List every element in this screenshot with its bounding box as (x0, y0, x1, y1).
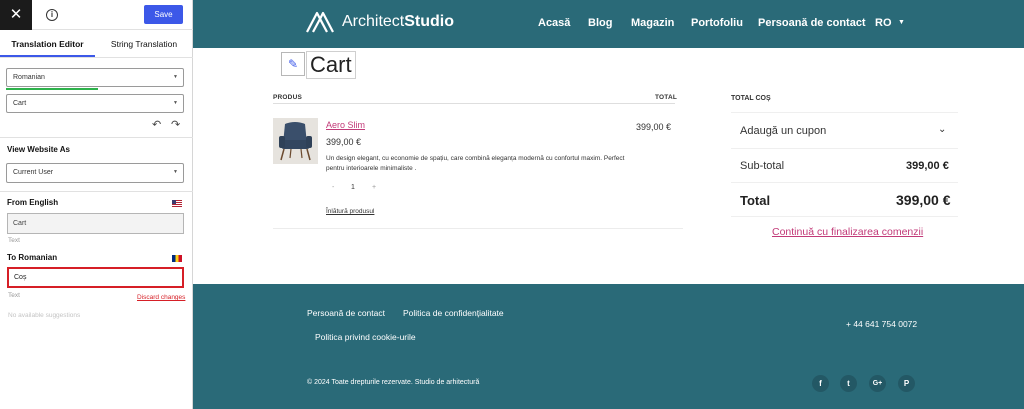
remove-product-link[interactable]: Înlătură produsul (326, 208, 374, 215)
totals-divider (731, 112, 958, 113)
chevron-down-icon: ▼ (173, 169, 178, 175)
from-english-title: From English (7, 198, 59, 207)
string-select[interactable]: Cart ▼ (6, 94, 184, 113)
facebook-icon[interactable]: f (812, 375, 829, 392)
table-header-divider (273, 103, 675, 104)
language-select[interactable]: Romanian ▼ (6, 68, 184, 87)
brand-name-regular: Architect (342, 13, 405, 30)
nav-contact[interactable]: Persoană de contact (758, 17, 866, 29)
panel-tabs: Translation Editor String Translation (0, 31, 193, 57)
total-label: Total (740, 193, 771, 208)
app: ✕ i Save Translation Editor String Trans… (0, 0, 1024, 409)
redo-icon[interactable]: ↷ (171, 118, 180, 131)
footer-copyright: © 2024 Toate drepturile rezervate. Studi… (307, 379, 480, 386)
table-bottom-divider (273, 228, 683, 229)
subtotal-value: 399,00 € (906, 160, 949, 172)
footer-link-cookies[interactable]: Politica privind cookie-urile (315, 332, 416, 342)
line-total: 399,00 € (636, 122, 672, 132)
view-as-select-value: Current User (13, 169, 54, 176)
us-flag-icon (172, 200, 182, 207)
string-select-value: Cart (13, 100, 27, 107)
site-footer: Persoană de contact Politica de confiden… (193, 284, 1024, 409)
column-total: TOTAL (655, 94, 678, 101)
decrease-quantity-button[interactable]: - (332, 184, 334, 191)
armchair-image (273, 118, 318, 164)
product-image[interactable] (273, 118, 318, 164)
nav-portofoliu[interactable]: Portofoliu (691, 17, 743, 29)
product-description: Un design elegant, cu economie de spațiu… (326, 155, 625, 172)
subtotal-label: Sub-total (740, 160, 785, 172)
view-as-title: View Website As (7, 145, 70, 154)
pencil-icon[interactable]: ✎ (281, 52, 305, 76)
footer-link-privacy[interactable]: Politica de confidențialitate (403, 308, 504, 318)
totals-divider (731, 216, 958, 217)
pinterest-icon[interactable]: P (898, 375, 915, 392)
translation-input[interactable]: Coș (7, 267, 184, 288)
panel-topbar: ✕ i Save (0, 0, 193, 30)
target-hint: Text (8, 292, 20, 299)
footer-link-contact[interactable]: Persoană de contact (307, 308, 385, 318)
translation-progress-bar (6, 88, 98, 90)
nav-language[interactable]: RO (875, 17, 892, 29)
page-title[interactable]: Cart (306, 51, 356, 79)
chevron-down-icon[interactable]: ⌄ (938, 124, 946, 135)
quantity-value[interactable]: 1 (351, 184, 355, 191)
chevron-down-icon: ▼ (173, 100, 178, 106)
undo-icon[interactable]: ↶ (152, 118, 161, 131)
divider (0, 191, 193, 192)
product-price: 399,00 € (326, 137, 362, 147)
column-product: PRODUS (273, 94, 303, 101)
cart-totals-title: TOTAL COȘ (731, 95, 771, 102)
increase-quantity-button[interactable]: + (372, 184, 376, 191)
twitter-icon[interactable]: t (840, 375, 857, 392)
nav-acasa[interactable]: Acasă (538, 17, 570, 29)
totals-divider (731, 148, 958, 149)
tab-string-translation[interactable]: String Translation (95, 31, 193, 57)
brand-name-bold: Studio (404, 13, 455, 30)
architect-logo-icon[interactable] (306, 11, 334, 33)
chevron-down-icon: ▼ (173, 74, 178, 80)
translation-panel: ✕ i Save Translation Editor String Trans… (0, 0, 193, 409)
source-hint: Text (8, 237, 20, 244)
brand-name[interactable]: ArchitectStudio (342, 13, 454, 31)
checkout-link[interactable]: Continuă cu finalizarea comenzii (772, 226, 923, 238)
total-value: 399,00 € (896, 192, 951, 208)
view-as-select[interactable]: Current User ▼ (6, 163, 184, 183)
nav-magazin[interactable]: Magazin (631, 17, 674, 29)
footer-phone[interactable]: + 44 641 754 0072 (846, 319, 917, 329)
tab-translation-editor[interactable]: Translation Editor (0, 31, 95, 57)
add-coupon-toggle[interactable]: Adaugă un cupon (740, 125, 826, 137)
info-icon[interactable]: i (46, 9, 58, 21)
nav-blog[interactable]: Blog (588, 17, 612, 29)
google-plus-icon[interactable]: G+ (869, 375, 886, 392)
site-header: ArchitectStudio Acasă Blog Magazin Porto… (193, 0, 1024, 48)
website-preview: ArchitectStudio Acasă Blog Magazin Porto… (193, 0, 1024, 409)
divider (0, 137, 193, 138)
language-select-value: Romanian (13, 74, 45, 81)
totals-divider (731, 182, 958, 183)
to-romanian-title: To Romanian (7, 253, 58, 262)
suggestions-text: No available suggestions (8, 312, 81, 319)
chevron-down-icon[interactable]: ▼ (898, 19, 905, 26)
product-name-link[interactable]: Aero Slim (326, 120, 365, 130)
close-button[interactable]: ✕ (0, 0, 32, 30)
source-text-field: Cart (7, 213, 184, 234)
discard-changes-link[interactable]: Discard changes (137, 294, 185, 301)
save-button[interactable]: Save (144, 5, 183, 24)
tabs-divider (0, 57, 193, 58)
quantity-stepper[interactable]: - 1 + (326, 182, 381, 196)
ro-flag-icon (172, 255, 182, 262)
